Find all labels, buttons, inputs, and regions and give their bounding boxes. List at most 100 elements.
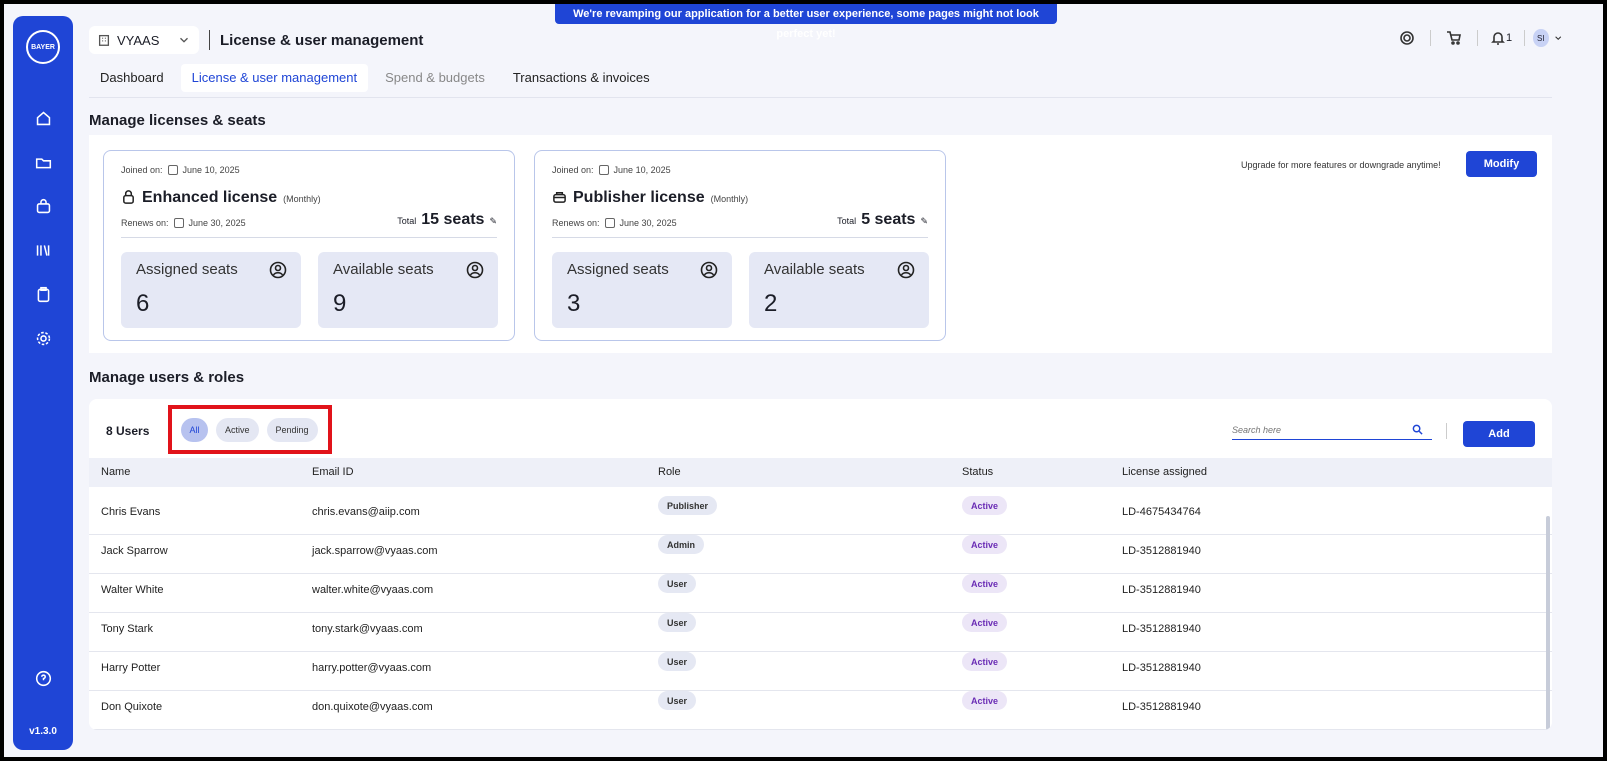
- assigned-label: Assigned seats: [136, 261, 238, 278]
- user-name: Don Quixote: [101, 701, 163, 713]
- table-scrollbar[interactable]: [1546, 516, 1550, 730]
- calendar-icon: [173, 218, 184, 228]
- filter-active[interactable]: Active: [216, 417, 259, 442]
- tab-transactions-invoices[interactable]: Transactions & invoices: [502, 64, 661, 92]
- filter-all[interactable]: All: [181, 417, 208, 442]
- column-header-name[interactable]: Name: [101, 458, 130, 487]
- status-badge: Active: [962, 691, 1008, 710]
- joined-label: Joined on:: [121, 165, 163, 175]
- chevron-down-icon: [180, 37, 188, 43]
- table-row[interactable]: Chris Evans chris.evans@aiip.com Publish…: [89, 496, 1552, 535]
- user-name: Harry Potter: [101, 662, 161, 674]
- user-circle-icon: [897, 261, 915, 284]
- edit-icon[interactable]: ✎: [920, 216, 928, 227]
- user-menu[interactable]: SI: [1533, 26, 1563, 50]
- notification-count: 1: [1505, 32, 1513, 44]
- table-row[interactable]: Harry Potter harry.potter@vyaas.com User…: [89, 652, 1552, 691]
- page-title: License & user management: [220, 31, 424, 49]
- table-row[interactable]: Don Quixote don.quixote@vyaas.com User A…: [89, 691, 1552, 730]
- bag-icon[interactable]: [33, 196, 53, 216]
- user-name: Jack Sparrow: [101, 545, 168, 557]
- joined-value: June 10, 2025: [613, 165, 671, 175]
- license-name: Enhanced license: [142, 189, 278, 206]
- column-header-role[interactable]: Role: [658, 458, 681, 487]
- calendar-icon: [167, 165, 178, 175]
- divider: [209, 30, 210, 50]
- user-circle-icon: [269, 261, 287, 284]
- search-icon[interactable]: [1412, 424, 1423, 435]
- chevron-down-icon: [1554, 36, 1561, 41]
- licenses-panel: Joined on: June 10, 2025 Enhanced licens…: [89, 135, 1552, 353]
- notifications-button[interactable]: 1: [1486, 26, 1516, 50]
- table-row[interactable]: Jack Sparrow jack.sparrow@vyaas.com Admi…: [89, 535, 1552, 574]
- total-label: Total: [837, 216, 857, 226]
- license-period: (Monthly): [710, 194, 749, 204]
- licenses-section-title: Manage licenses & seats: [89, 112, 266, 129]
- edit-icon[interactable]: ✎: [489, 216, 497, 227]
- user-circle-icon: [700, 261, 718, 284]
- user-email: walter.white@vyaas.com: [312, 584, 434, 596]
- total-label: Total: [397, 216, 417, 226]
- available-label: Available seats: [333, 261, 434, 278]
- assigned-value: 6: [136, 290, 150, 317]
- role-badge: User: [658, 652, 697, 671]
- renew-date: Renews on: June 30, 2025: [121, 218, 246, 228]
- lock-icon: [121, 189, 136, 207]
- status-badge: Active: [962, 574, 1008, 593]
- table-row[interactable]: Tony Stark tony.stark@vyaas.com User Act…: [89, 613, 1552, 652]
- tab-dashboard[interactable]: Dashboard: [89, 64, 175, 92]
- joined-date: Joined on: June 10, 2025: [552, 165, 671, 175]
- top-right-actions: 1 SI: [1392, 26, 1563, 50]
- license-id: LD-3512881940: [1122, 545, 1201, 557]
- user-email: don.quixote@vyaas.com: [312, 701, 433, 713]
- search-field[interactable]: [1232, 420, 1432, 440]
- add-user-button[interactable]: Add: [1463, 421, 1535, 447]
- clipboard-icon[interactable]: [33, 284, 53, 304]
- license-id: LD-3512881940: [1122, 701, 1201, 713]
- total-seats: Total 15 seats ✎: [397, 211, 497, 229]
- org-selector[interactable]: VYAAS: [89, 26, 199, 54]
- user-email: jack.sparrow@vyaas.com: [312, 545, 438, 557]
- support-icon[interactable]: [1392, 26, 1422, 50]
- users-panel: 8 Users All Active Pending Add Name Emai…: [89, 399, 1552, 730]
- license-id: LD-4675434764: [1122, 506, 1201, 518]
- role-badge: Admin: [658, 535, 704, 554]
- library-icon[interactable]: [33, 240, 53, 260]
- status-badge: Active: [962, 535, 1008, 554]
- tab-spend-budgets[interactable]: Spend & budgets: [374, 64, 496, 92]
- assigned-seats-box: Assigned seats 6: [121, 252, 301, 328]
- divider: [552, 237, 928, 238]
- column-header-email[interactable]: Email ID: [312, 458, 354, 487]
- role-badge: User: [658, 613, 697, 632]
- assigned-label: Assigned seats: [567, 261, 669, 278]
- home-icon[interactable]: [33, 108, 53, 128]
- joined-label: Joined on:: [552, 165, 594, 175]
- available-label: Available seats: [764, 261, 865, 278]
- user-email: tony.stark@vyaas.com: [312, 623, 423, 635]
- folder-icon[interactable]: [33, 152, 53, 172]
- license-card-publisher: Joined on: June 10, 2025 Publisher licen…: [534, 150, 946, 341]
- column-header-license[interactable]: License assigned: [1122, 458, 1207, 487]
- user-name: Chris Evans: [101, 506, 161, 518]
- filter-pending[interactable]: Pending: [266, 417, 318, 442]
- user-name: Tony Stark: [101, 623, 153, 635]
- avatar: SI: [1533, 29, 1549, 47]
- license-id: LD-3512881940: [1122, 662, 1201, 674]
- modify-button[interactable]: Modify: [1466, 151, 1537, 177]
- column-header-status[interactable]: Status: [962, 458, 993, 487]
- help-icon[interactable]: [33, 668, 53, 688]
- table-row[interactable]: Walter White walter.white@vyaas.com User…: [89, 574, 1552, 613]
- search-input[interactable]: [1232, 424, 1412, 435]
- renew-date: Renews on: June 30, 2025: [552, 218, 677, 228]
- user-name: Walter White: [101, 584, 164, 596]
- license-id: LD-3512881940: [1122, 623, 1201, 635]
- tab-license-user-management[interactable]: License & user management: [180, 64, 369, 92]
- upgrade-text: Upgrade for more features or downgrade a…: [1241, 160, 1441, 170]
- bayer-logo[interactable]: BAYER: [26, 30, 60, 64]
- cart-icon[interactable]: [1439, 26, 1469, 50]
- role-badge: Publisher: [658, 496, 718, 515]
- user-email: harry.potter@vyaas.com: [312, 662, 432, 674]
- settings-icon[interactable]: [33, 328, 53, 348]
- org-name: VYAAS: [117, 32, 160, 48]
- available-value: 9: [333, 290, 347, 317]
